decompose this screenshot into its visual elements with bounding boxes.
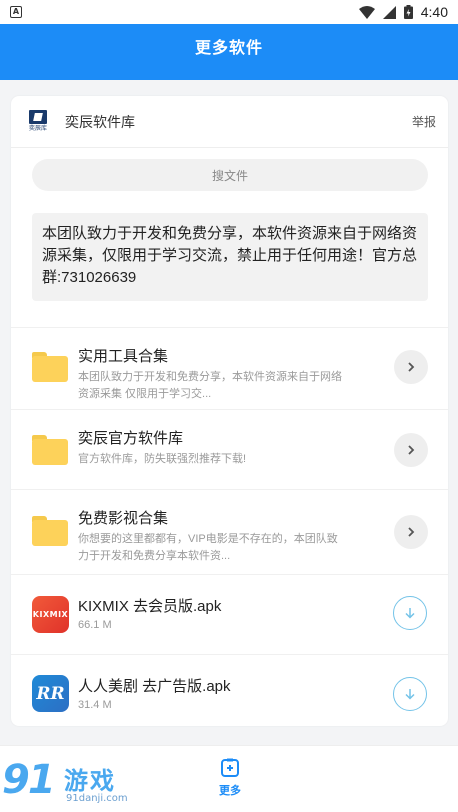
chevron-right-icon[interactable] bbox=[394, 433, 428, 467]
app-bar: 更多软件 bbox=[0, 24, 458, 80]
folder-item-video[interactable]: 免费影视合集 你想要的这里都都有，VIP电影是不存在的，本团队致力于开发和免费分… bbox=[11, 489, 448, 574]
more-icon bbox=[221, 758, 239, 777]
chevron-right-icon[interactable] bbox=[394, 350, 428, 384]
notice-text: 本团队致力于开发和免费分享，本软件资源来自于网络资源采集，仅限用于学习交流，禁止… bbox=[32, 213, 428, 301]
nav-item-label: 更多 bbox=[219, 785, 241, 797]
renren-app-icon: RR bbox=[32, 675, 69, 712]
folder-icon bbox=[32, 516, 68, 546]
folder-item-tools[interactable]: 实用工具合集 本团队致力于开发和免费分享，本软件资源来自于网络资源采集 仅限用于… bbox=[11, 327, 448, 409]
card-header: 奕辰库 奕辰软件库 举报 bbox=[11, 96, 448, 148]
folder-item-official[interactable]: 奕辰官方软件库 官方软件库，防失联强烈推荐下载! bbox=[11, 409, 448, 489]
folder-desc: 官方软件库，防失联强烈推荐下载! bbox=[78, 453, 247, 465]
nav-item-more[interactable]: 更多 bbox=[214, 758, 246, 798]
content-card: 奕辰库 奕辰软件库 举报 搜文件 本团队致力于开发和免费分享，本软件资源来自于网… bbox=[11, 96, 448, 726]
folder-title: 奕辰官方软件库 bbox=[78, 430, 184, 447]
file-title: KIXMIX 去会员版.apk bbox=[78, 598, 222, 615]
download-icon[interactable] bbox=[393, 677, 427, 711]
file-title: 人人美剧 去广告版.apk bbox=[78, 678, 231, 695]
download-icon[interactable] bbox=[393, 596, 427, 630]
chevron-right-icon[interactable] bbox=[394, 515, 428, 549]
library-title: 奕辰软件库 bbox=[65, 113, 135, 130]
search-placeholder: 搜文件 bbox=[211, 168, 248, 183]
folder-desc: 本团队致力于开发和免费分享，本软件资源来自于网络资源采集 仅限用于学习交... bbox=[78, 371, 342, 400]
file-size: 66.1 M bbox=[78, 619, 112, 631]
folder-icon bbox=[32, 352, 68, 382]
report-button[interactable]: 举报 bbox=[412, 113, 436, 130]
page-title: 更多软件 bbox=[194, 40, 263, 57]
battery-icon bbox=[403, 5, 413, 19]
status-bar: A 4:40 bbox=[0, 0, 458, 24]
folder-desc: 你想要的这里都都有，VIP电影是不存在的，本团队致力于开发和免费分享本软件资..… bbox=[78, 533, 338, 562]
signal-icon bbox=[382, 5, 396, 19]
folder-title: 实用工具合集 bbox=[78, 348, 169, 365]
file-item-renren[interactable]: RR 人人美剧 去广告版.apk 31.4 M bbox=[11, 654, 448, 726]
folder-icon bbox=[32, 435, 68, 465]
logo-text: 奕辰库 bbox=[28, 124, 47, 132]
watermark-url: 91danji.com bbox=[66, 793, 128, 804]
search-input[interactable]: 搜文件 bbox=[32, 159, 428, 191]
file-item-kixmix[interactable]: KIXMIX KIXMIX 去会员版.apk 66.1 M bbox=[11, 574, 448, 654]
library-logo-icon: 奕辰库 bbox=[27, 109, 49, 134]
watermark-number: 91 bbox=[2, 757, 56, 803]
notification-badge-icon: A bbox=[10, 6, 22, 18]
watermark-logo: 91 游戏 91danji.com bbox=[2, 755, 152, 810]
kixmix-app-icon: KIXMIX bbox=[32, 596, 69, 633]
watermark-brand: 游戏 bbox=[64, 768, 116, 795]
folder-title: 免费影视合集 bbox=[78, 510, 169, 527]
wifi-icon bbox=[358, 5, 375, 19]
clock: 4:40 bbox=[420, 4, 448, 20]
file-size: 31.4 M bbox=[78, 699, 112, 711]
